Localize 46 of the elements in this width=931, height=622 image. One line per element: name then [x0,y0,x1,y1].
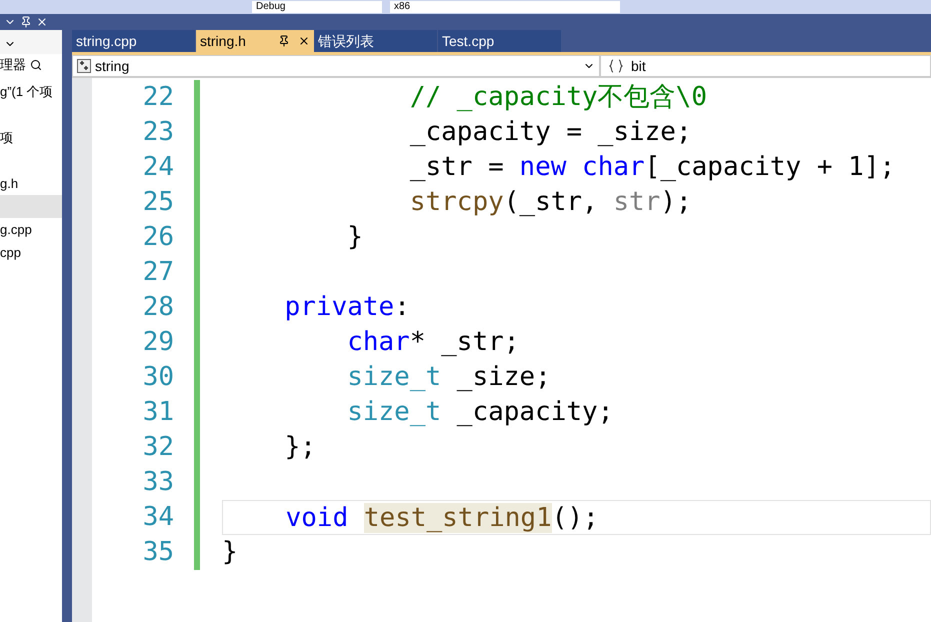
tree-item[interactable]: 项 [0,126,62,149]
line-number: 26 [142,221,174,254]
line-number: 23 [142,116,174,149]
close-icon[interactable] [36,16,48,28]
line-number: 25 [142,186,174,219]
tree-item[interactable]: cpp [0,241,62,264]
pin-icon[interactable] [278,35,290,47]
code-line: char* _str; [346,326,520,359]
search-icon [30,59,42,71]
code-line: }; [284,431,317,464]
line-number: 28 [142,291,174,324]
member-dropdown[interactable]: bit [600,55,931,77]
file-tab[interactable]: 错误列表 [314,30,438,52]
line-number: 34 [142,501,174,534]
line-number: 27 [142,256,174,289]
file-tab[interactable]: string.cpp [72,30,196,52]
line-number: 33 [142,466,174,499]
code-line: // _capacity不包含\0 [408,81,708,114]
line-number: 35 [142,536,174,569]
tree-item[interactable]: g.cpp [0,218,62,241]
code-line: } [222,536,239,569]
line-number: 31 [142,396,174,429]
braces-icon [609,59,623,73]
line-number: 32 [142,431,174,464]
tree-item[interactable]: g”(1 个项 [0,80,62,103]
class-icon [77,59,91,73]
line-number: 29 [142,326,174,359]
code-line: private: [284,291,411,324]
code-line: strcpy(_str, str); [408,186,693,219]
line-number: 24 [142,151,174,184]
file-tab[interactable]: string.h [196,30,314,52]
configuration-dropdown[interactable]: Debug [252,1,382,13]
tree-item[interactable]: g.h [0,172,62,195]
code-line: _str = new char[_capacity + 1]; [408,151,896,184]
line-number: 22 [142,81,174,114]
close-icon[interactable] [298,35,310,47]
code-line: size_t _capacity; [346,396,614,429]
line-number: 30 [142,361,174,394]
file-tab[interactable]: Test.cpp [438,30,562,52]
scope-dropdown[interactable]: string [72,55,600,77]
search-field[interactable]: 理器 [0,54,62,76]
platform-dropdown[interactable]: x86 [390,1,620,13]
pin-icon[interactable] [20,16,32,28]
code-line: _capacity = _size; [408,116,693,149]
code-line: } [346,221,364,254]
code-line: size_t _size; [346,361,552,394]
